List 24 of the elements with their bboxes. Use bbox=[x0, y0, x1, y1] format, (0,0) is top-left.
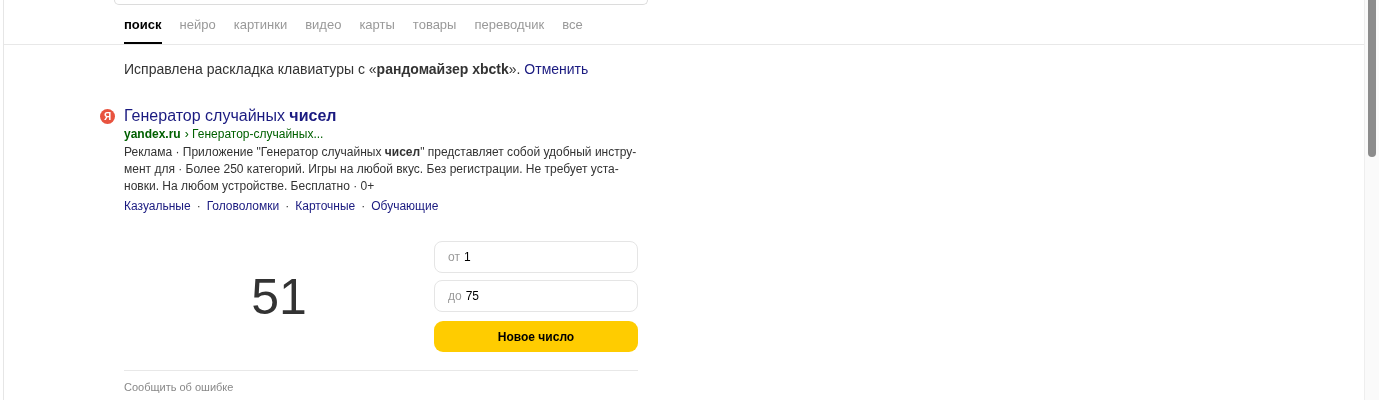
random-number: 51 bbox=[251, 267, 307, 326]
sitelink[interactable]: Казуальные bbox=[124, 199, 191, 213]
separator-dot: · bbox=[285, 199, 290, 213]
correction-text: Исправлена раскладка клавиатуры с «рандомайзер xbctk». bbox=[124, 61, 521, 77]
favicon: Я bbox=[100, 109, 115, 124]
report-error-link[interactable]: Сообщить об ошибке bbox=[124, 381, 234, 393]
result-path[interactable]: › Генератор-случайных... bbox=[184, 127, 324, 141]
sitelink[interactable]: Карточные bbox=[295, 199, 356, 213]
sitelink[interactable]: Головоломки bbox=[206, 199, 280, 213]
result-title[interactable]: Генератор случайных чисел bbox=[124, 107, 337, 125]
from-field[interactable]: от 1 bbox=[434, 241, 638, 273]
sitelink[interactable]: Обучающие bbox=[371, 199, 439, 213]
new-number-button[interactable]: Новое число bbox=[434, 321, 638, 352]
description-line: новки. На любом устройстве. Бесплатно · 0+ bbox=[124, 179, 375, 193]
undo-link[interactable]: Отменить bbox=[524, 61, 589, 77]
scrollbar-thumb[interactable] bbox=[1368, 0, 1376, 157]
description-line: Реклама · Приложение "Генератор случайных чисел" представляет собой удобный инстру- bbox=[124, 145, 637, 159]
separator-dot: · bbox=[361, 199, 366, 213]
result-domain[interactable]: yandex.ru bbox=[124, 127, 181, 141]
tab[interactable]: поиск bbox=[124, 5, 162, 44]
description-line: мент для · Более 250 категорий. Игры на любой вкус. Без регистрации. Не требует уста- bbox=[124, 162, 619, 176]
scrollbar[interactable] bbox=[1364, 0, 1379, 400]
to-field[interactable]: до 75 bbox=[434, 280, 638, 312]
separator-dot: · bbox=[196, 199, 201, 213]
